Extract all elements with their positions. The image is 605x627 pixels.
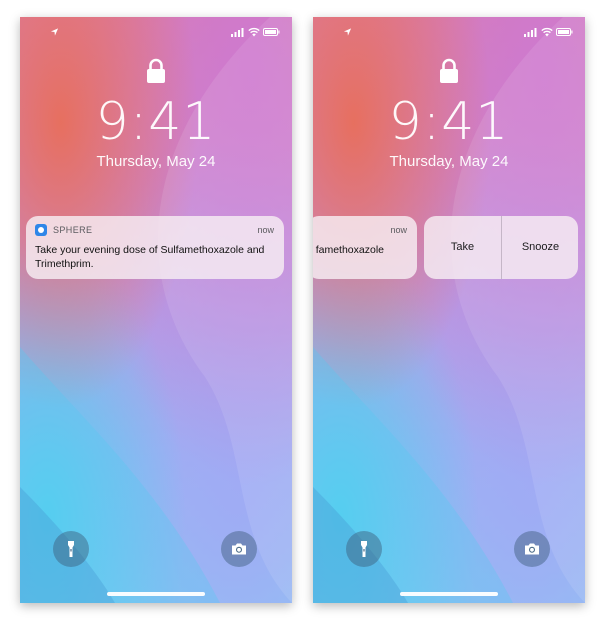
- notification-timestamp: now: [257, 225, 274, 235]
- camera-button[interactable]: [221, 531, 257, 567]
- home-indicator[interactable]: [400, 592, 498, 596]
- camera-button[interactable]: [514, 531, 550, 567]
- notification-app-name: SPHERE: [53, 225, 93, 235]
- clock-date: Thursday, May 24: [96, 153, 216, 170]
- lock-icon: [440, 58, 458, 83]
- camera-icon: [232, 543, 246, 555]
- wifi-icon: [541, 27, 553, 37]
- clock-date: Thursday, May 24: [389, 153, 509, 170]
- battery-icon: [263, 28, 280, 36]
- sphere-app-icon: [35, 224, 47, 236]
- location-arrow-icon: [50, 28, 59, 36]
- home-indicator[interactable]: [107, 592, 205, 596]
- take-button[interactable]: Take: [424, 216, 502, 279]
- flashlight-icon: [361, 541, 367, 557]
- signal-icon: [231, 28, 244, 37]
- clock-time: 9:41: [388, 92, 510, 152]
- notification-message: famethoxazole: [315, 244, 384, 256]
- flashlight-icon: [68, 541, 74, 557]
- lock-screen-left: 9:41 Thursday, May 24 SPHERE now Take yo…: [20, 17, 292, 603]
- signal-icon: [524, 28, 537, 37]
- clock-time: 9:41: [95, 92, 217, 152]
- battery-icon: [556, 28, 573, 36]
- flashlight-button[interactable]: [53, 531, 89, 567]
- lock-screen-right: 9:41 Thursday, May 24 now famethoxazole …: [313, 17, 585, 603]
- location-arrow-icon: [343, 28, 352, 36]
- wifi-icon: [248, 27, 260, 37]
- notification-card[interactable]: SPHERE now Take your evening dose of Sul…: [26, 216, 284, 279]
- status-bar: [313, 27, 585, 39]
- notification-actions: Take Snooze: [424, 216, 578, 279]
- lock-icon: [147, 58, 165, 83]
- notification-message: Take your evening dose of Sulfamethoxazo…: [35, 244, 265, 270]
- camera-icon: [525, 543, 539, 555]
- notification-card-swiped[interactable]: now famethoxazole: [313, 216, 417, 279]
- flashlight-button[interactable]: [346, 531, 382, 567]
- notification-timestamp: now: [390, 225, 407, 235]
- status-bar: [20, 27, 292, 39]
- snooze-button[interactable]: Snooze: [502, 216, 578, 279]
